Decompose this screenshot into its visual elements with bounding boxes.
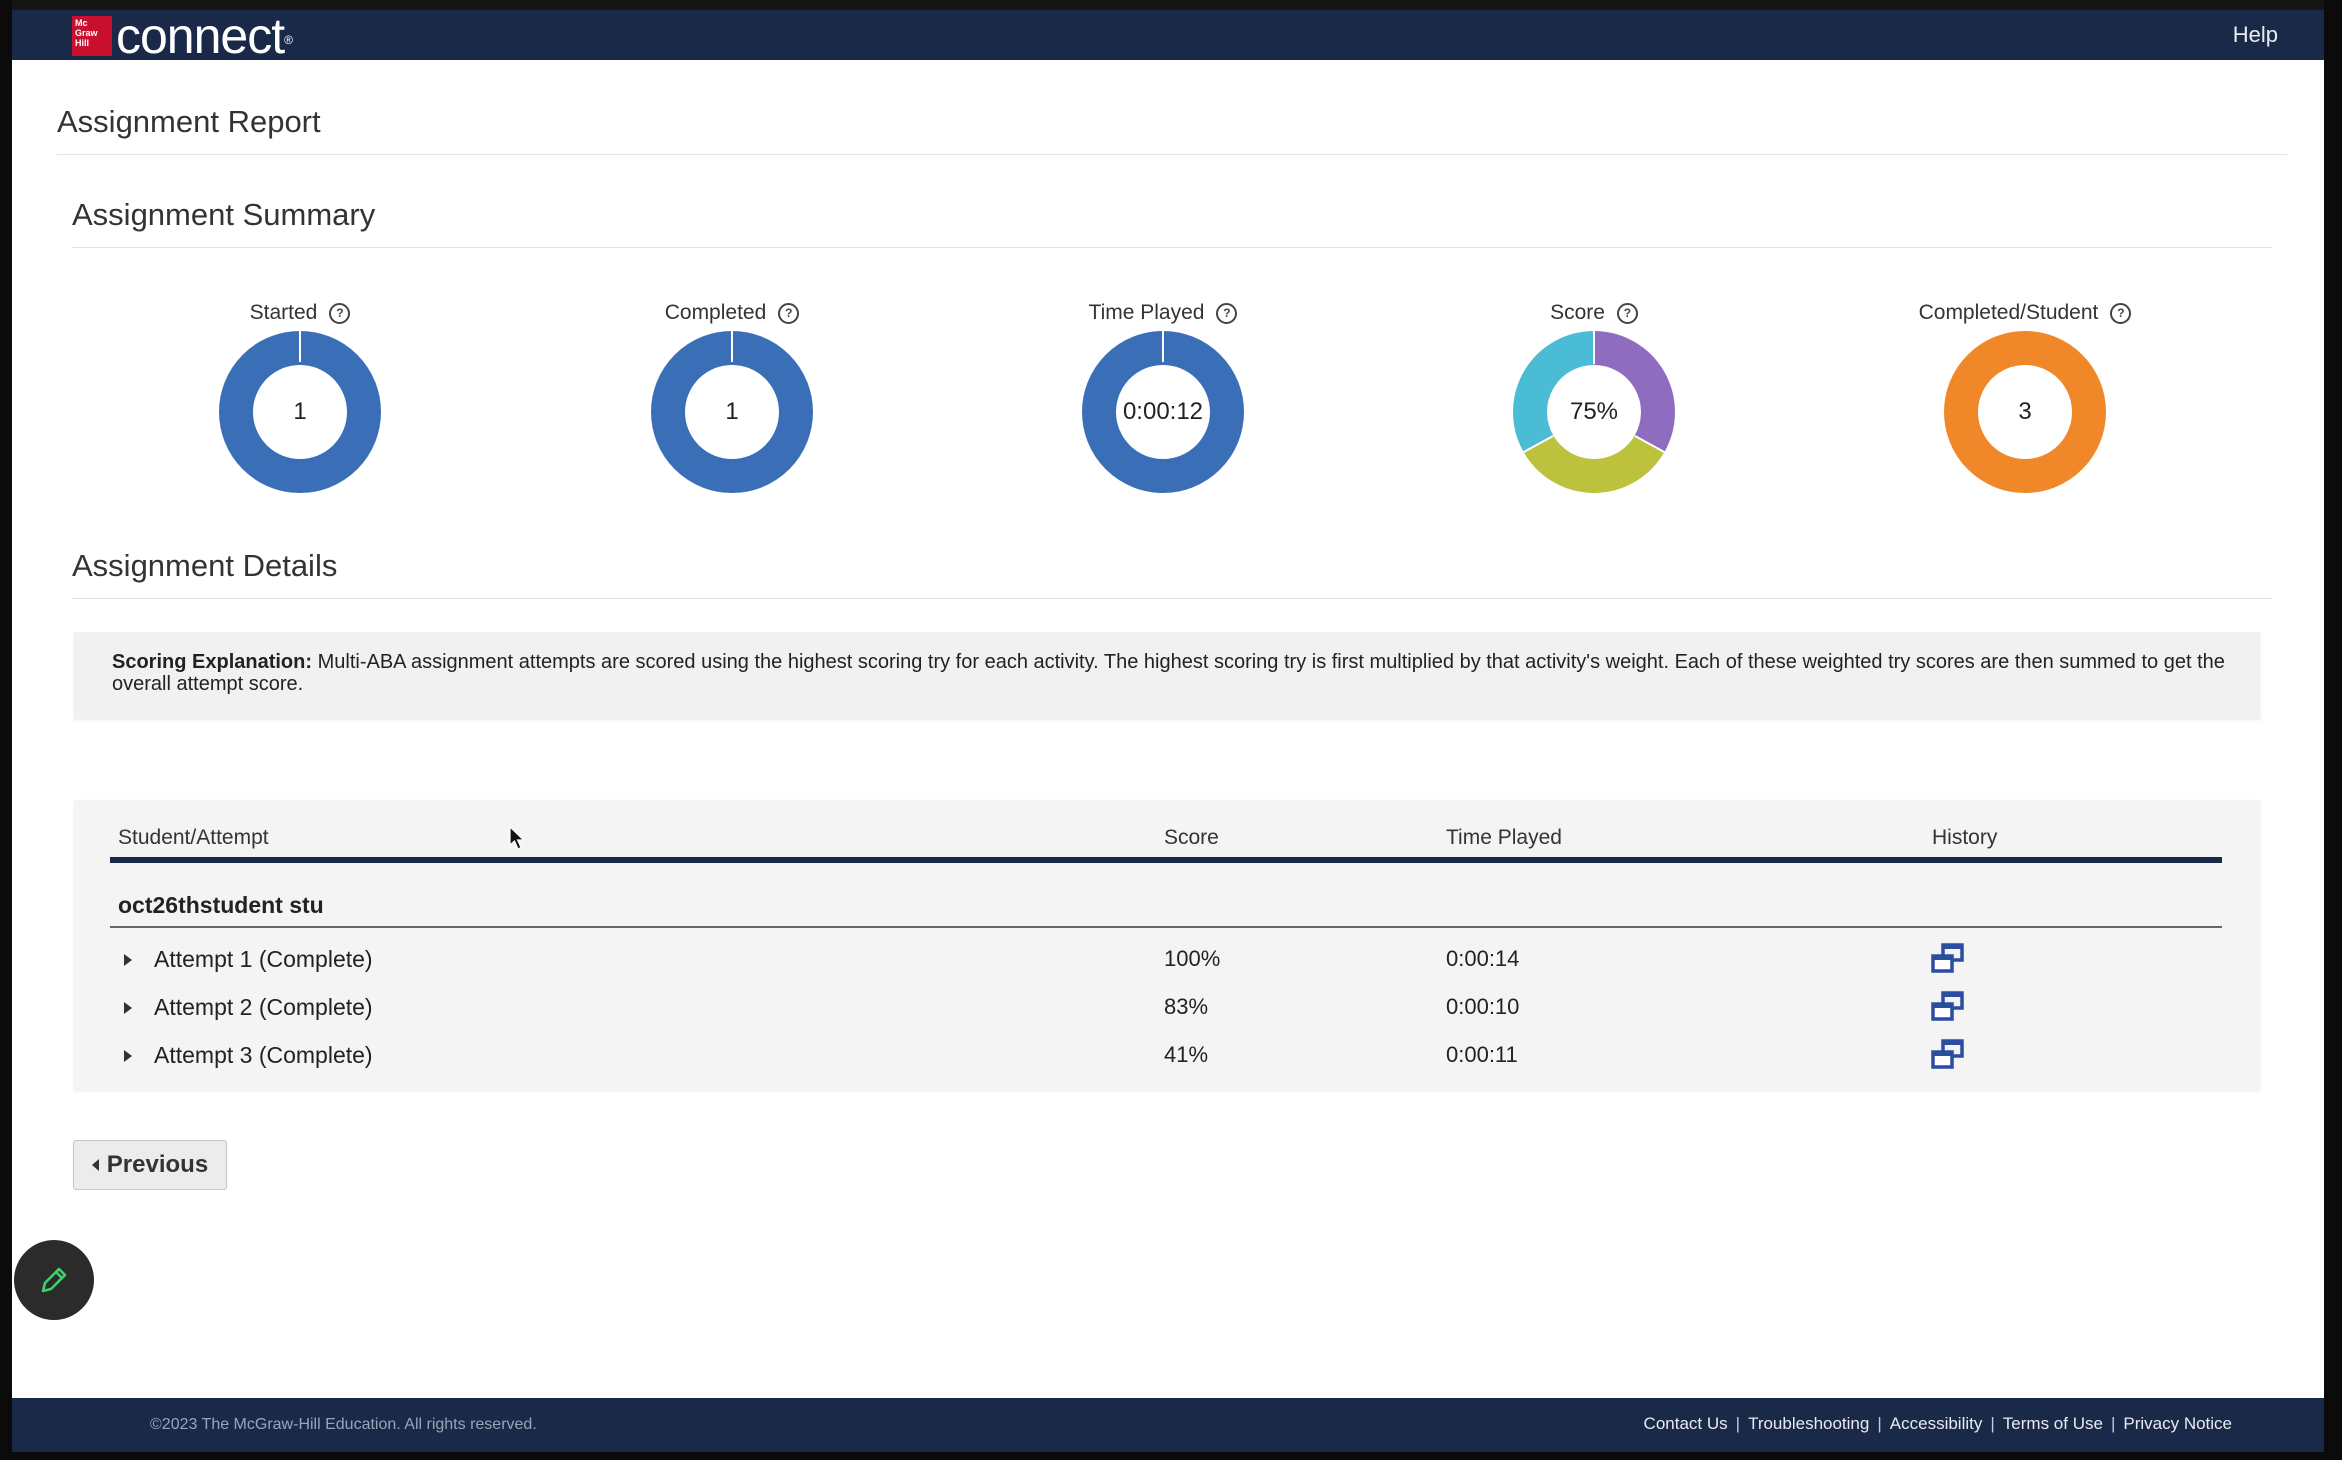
summary-divider [72,247,2272,248]
help-question-icon[interactable]: ? [1216,302,1238,324]
footer-separator: | [1990,1414,1995,1433]
scoring-text: Multi-ABA assignment attempts are scored… [112,651,2225,695]
attempt-score: 100% [1164,946,1221,971]
mcgraw-hill-logo-icon: Mc Graw Hill [72,16,112,56]
history-windows-icon[interactable] [1930,942,1966,976]
footer-link-terms-of-use[interactable]: Terms of Use [2003,1414,2103,1434]
attempt-label[interactable]: Attempt 3 (Complete) [154,1042,373,1069]
metric-label: Score [1550,301,1605,324]
history-windows-icon[interactable] [1930,990,1966,1024]
attempt-time: 0:00:11 [1446,1042,1518,1067]
attempt-score: 41% [1164,1042,1209,1067]
footer-link-accessibility[interactable]: Accessibility [1890,1414,1983,1434]
details-divider [72,598,2272,599]
footer-separator: | [2110,1414,2116,1433]
score-donut: 75% [1511,329,1677,495]
footer-separator: | [1735,1414,1741,1433]
history-windows-icon[interactable] [1930,1038,1966,1072]
summary-section-title: Assignment Summary [72,197,376,232]
attempt-score: 83% [1164,994,1209,1019]
footer-link-contact-us[interactable]: Contact Us [1644,1414,1728,1434]
help-question-icon[interactable]: ? [1616,302,1638,324]
donut-value: 3 [2018,398,2032,425]
help-question-icon[interactable]: ? [329,302,351,324]
started-donut: 1 [217,329,383,495]
app-frame: Mc Graw Hill connect® Help Assignment Re… [12,0,2324,1452]
metric-score: Score? 75% [1424,295,1764,515]
table-header-divider [110,857,2222,863]
metric-time-played: Time Played? 0:00:12 [993,295,1333,515]
details-section-title: Assignment Details [72,548,338,583]
page-footer: ©2023 The McGraw-Hill Education. All rig… [12,1398,2324,1452]
footer-link-privacy-notice[interactable]: Privacy Notice [2123,1414,2232,1434]
student-divider [110,926,2222,928]
time-played-donut: 0:00:12 [1080,329,1246,495]
student-name: oct26thstudent stu [118,892,324,918]
copyright-text: ©2023 The McGraw-Hill Education. All rig… [150,1416,537,1433]
donut-value: 75% [1569,398,1619,425]
title-divider [57,154,2287,155]
expand-caret-icon[interactable] [124,1050,132,1062]
expand-caret-icon[interactable] [124,954,132,966]
donut-value: 1 [725,398,739,425]
completed-per-student-donut: 3 [1942,329,2108,495]
donut-value: 0:00:12 [1122,398,1204,425]
attempt-time: 0:00:10 [1446,994,1520,1019]
table-row: Attempt 1 (Complete) 100% 0:00:14 [110,940,2222,986]
metric-label: Completed/Student [1918,301,2099,324]
attempt-time: 0:00:14 [1446,946,1520,971]
column-header-student-attempt: Student/Attempt [118,826,269,849]
page-title: Assignment Report [57,104,321,139]
help-link[interactable]: Help [2233,22,2278,48]
connect-logo[interactable]: Mc Graw Hill connect® [72,8,293,64]
previous-label: Previous [106,1151,209,1178]
metric-completed-per-student: Completed/Student? 3 [1855,295,2195,515]
metric-completed: Completed? 1 [562,295,902,515]
attempts-table: Student/Attempt Score Time Played Histor… [74,800,2260,1090]
metric-label: Time Played [1088,301,1205,324]
connect-wordmark: connect® [116,8,293,64]
window-top-strip [12,0,2324,10]
table-row: Attempt 3 (Complete) 41% 0:00:11 [110,1036,2222,1082]
column-header-time-played: Time Played [1446,826,1562,849]
metric-started: Started? 1 [130,295,470,515]
top-navbar: Mc Graw Hill connect® Help [12,8,2324,64]
attempt-label[interactable]: Attempt 2 (Complete) [154,994,373,1021]
column-header-score: Score [1164,826,1219,849]
mouse-cursor-icon [509,825,525,850]
help-question-icon[interactable]: ? [2110,302,2132,324]
scoring-label: Scoring Explanation: [112,651,313,673]
scoring-explanation: Scoring Explanation: Multi-ABA assignmen… [112,651,2232,695]
completed-donut: 1 [649,329,815,495]
attempt-label[interactable]: Attempt 1 (Complete) [154,946,373,973]
column-header-history: History [1932,826,1998,849]
table-row: Attempt 2 (Complete) 83% 0:00:10 [110,988,2222,1034]
metric-label: Completed [664,301,767,324]
pencil-icon [41,1267,67,1293]
caret-left-icon [91,1159,99,1171]
donut-value: 1 [293,398,307,425]
previous-button[interactable]: Previous [73,1140,227,1190]
footer-separator: | [1877,1414,1882,1433]
footer-link-troubleshooting[interactable]: Troubleshooting [1748,1414,1869,1434]
annotate-pencil-button[interactable] [14,1240,94,1320]
help-question-icon[interactable]: ? [778,302,800,324]
metric-label: Started [249,301,318,324]
expand-caret-icon[interactable] [124,1002,132,1014]
footer-links: Contact Us | Troubleshooting | Accessibi… [1644,1414,2232,1434]
scoring-explanation-box: Scoring Explanation: Multi-ABA assignmen… [74,632,2260,718]
